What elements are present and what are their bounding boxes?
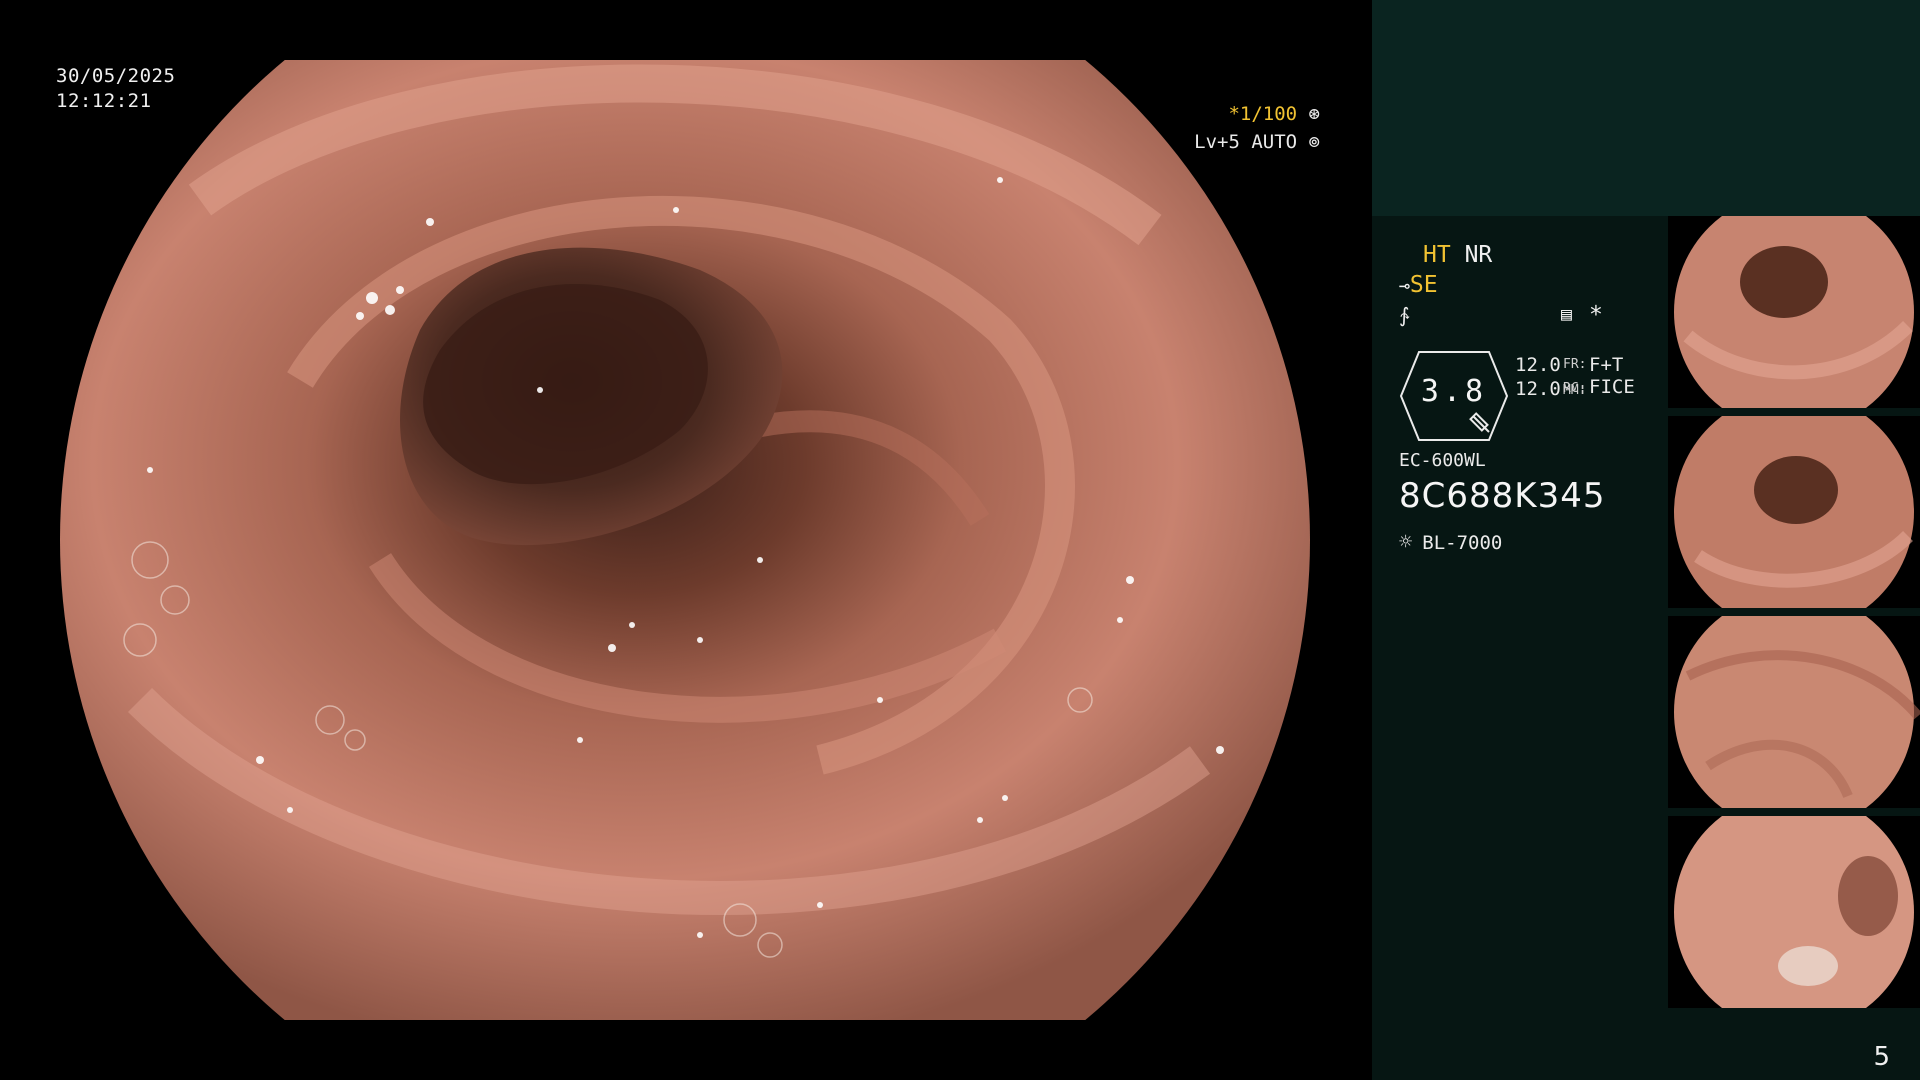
scope-serial: 8C688K345 — [1399, 476, 1606, 516]
param-2: 12.0 — [1515, 378, 1561, 400]
thumbnail-2[interactable] — [1668, 416, 1920, 608]
fr-label: FR: — [1563, 357, 1587, 372]
endoscopic-image — [60, 60, 1310, 1020]
status-side-panel: HT NR ⊸SE ∱ ▤ * 3.8 12.0 FR: F+T MM: FICE … — [1372, 0, 1920, 1080]
asterisk-icon: * — [1589, 302, 1603, 328]
exposure-overlay: *1/100 ⊛ Lv+5 AUTO ⊚ — [1194, 100, 1320, 156]
nr-indicator: NR — [1464, 242, 1493, 268]
thumbnail-1[interactable] — [1668, 216, 1920, 408]
mm-value: FICE — [1589, 376, 1635, 398]
date-time-overlay: 30/05/2025 12:12:21 — [56, 64, 175, 114]
se-indicator: SE — [1409, 272, 1438, 298]
exam-time: 12:12:21 — [56, 90, 152, 112]
structure-enhance-icon: ⊸ — [1399, 276, 1410, 297]
colon-wall-thumbnail-icon — [1674, 616, 1920, 808]
color-enhance-icon: ∱ — [1399, 303, 1410, 327]
thumbnail-strip[interactable] — [1668, 216, 1920, 1016]
scope-parameters: 12.0 FR: F+T MM: FICE 12.0 RC: — [1515, 352, 1635, 402]
page-number: 5 — [1873, 1042, 1890, 1072]
colon-lumen-thumbnail-icon — [1674, 416, 1914, 608]
shutter-speed: *1/100 — [1228, 103, 1298, 125]
lamp-icon: ☼ — [1399, 530, 1413, 555]
shutter-icon: ⊛ — [1308, 103, 1320, 125]
light-level: Lv+5 AUTO — [1194, 131, 1298, 153]
exam-date: 30/05/2025 — [56, 65, 176, 87]
thumbnail-3[interactable] — [1668, 616, 1920, 808]
colon-lumen-thumbnail-icon — [1674, 216, 1914, 408]
light-source: ☼ BL-7000 — [1399, 530, 1502, 555]
rc-label: RC: — [1563, 381, 1587, 396]
endoscope-main-view: 30/05/2025 12:12:21 *1/100 ⊛ Lv+5 AUTO ⊚ — [0, 0, 1372, 1080]
thumbnail-4[interactable] — [1668, 816, 1920, 1008]
panel-header-area — [1372, 0, 1920, 216]
auto-iris-icon: ⊚ — [1308, 131, 1320, 153]
light-source-model: BL-7000 — [1422, 531, 1503, 554]
record-icon: ▤ — [1561, 304, 1572, 325]
scope-model: EC-600WL — [1399, 450, 1486, 471]
ht-indicator: HT — [1423, 242, 1451, 268]
image-settings: HT NR ⊸SE ∱ ▤ * — [1399, 242, 1669, 332]
zoom-indicator: 3.8 — [1399, 350, 1509, 442]
zoom-value: 3.8 — [1420, 374, 1488, 409]
colon-bubbles-thumbnail-icon — [1674, 816, 1914, 1008]
param-1: 12.0 — [1515, 354, 1561, 376]
